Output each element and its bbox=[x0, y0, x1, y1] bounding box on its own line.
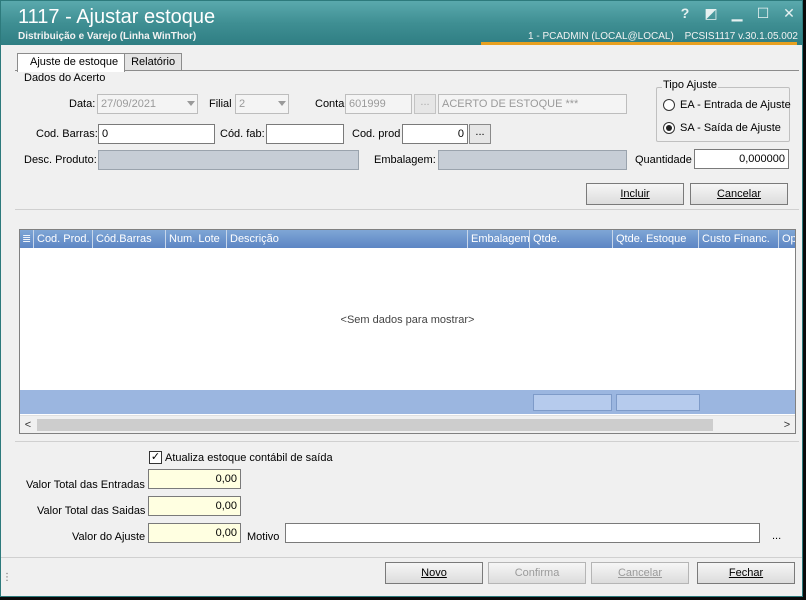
codfab-input[interactable] bbox=[266, 124, 344, 144]
divider bbox=[15, 441, 799, 442]
codprod-label: Cod. prod bbox=[352, 128, 401, 140]
help-icon[interactable]: ? bbox=[676, 4, 694, 22]
column-chooser-icon[interactable]: ≣ bbox=[20, 230, 34, 248]
restore-icon[interactable]: ◩ bbox=[702, 4, 720, 22]
fechar-label: Fechar bbox=[728, 567, 764, 579]
motivo-more-button[interactable]: ... bbox=[772, 530, 781, 542]
motivo-label: Motivo bbox=[247, 531, 280, 543]
app-window: 1117 - Ajustar estoque Distribuição e Va… bbox=[0, 0, 803, 597]
quantidade-input[interactable]: 0,000000 bbox=[694, 149, 789, 169]
codfab-label: Cód. fab: bbox=[220, 128, 265, 140]
filial-value: 2 bbox=[239, 98, 246, 110]
cancelar-button[interactable]: Cancelar bbox=[591, 562, 689, 584]
entradas-label: Valor Total das Entradas bbox=[26, 479, 145, 491]
conta-search-button[interactable]: ... bbox=[414, 94, 436, 114]
col-custo-financ[interactable]: Custo Financ. bbox=[699, 230, 779, 248]
session-info: 1 - PCADMIN (LOCAL@LOCAL) PCSIS1117 v.30… bbox=[528, 31, 798, 42]
scroll-thumb[interactable] bbox=[37, 419, 713, 431]
horizontal-scrollbar[interactable]: < > bbox=[20, 415, 795, 433]
atualiza-estoque-checkbox[interactable]: ✓ bbox=[149, 451, 162, 464]
tab-strip: Ajuste de estoque Relatório bbox=[17, 53, 183, 72]
close-icon[interactable]: ✕ bbox=[780, 4, 798, 22]
window-controls: ? ◩ ▁ ☐ ✕ bbox=[676, 4, 798, 22]
data-label: Data: bbox=[69, 98, 96, 110]
data-field[interactable]: 27/09/2021 bbox=[97, 94, 198, 114]
grid-header: ≣ Cod. Prod. Cód.Barras Num. Lote Descri… bbox=[20, 230, 795, 248]
minimize-icon[interactable]: ▁ bbox=[728, 4, 746, 22]
resize-grip-icon: ⋮ bbox=[2, 572, 12, 583]
filial-field[interactable]: 2 bbox=[235, 94, 289, 114]
conta-field[interactable]: 601999 bbox=[345, 94, 412, 114]
conta-description-field: ACERTO DE ESTOQUE *** bbox=[438, 94, 627, 114]
incluir-label: Incluir bbox=[620, 188, 650, 200]
col-cod-prod[interactable]: Cod. Prod. bbox=[34, 230, 93, 248]
scroll-left-icon[interactable]: < bbox=[20, 417, 36, 433]
confirma-button[interactable]: Confirma bbox=[488, 562, 586, 584]
atualiza-estoque-label: Atualiza estoque contábil de saída bbox=[165, 452, 333, 464]
col-op[interactable]: Op bbox=[779, 230, 795, 248]
col-num-lote[interactable]: Num. Lote bbox=[166, 230, 227, 248]
embalagem-field bbox=[438, 150, 627, 170]
cancelar-item-button[interactable]: Cancelar bbox=[690, 183, 788, 205]
user-info: 1 - PCADMIN (LOCAL@LOCAL) bbox=[528, 31, 674, 42]
saidas-value: 0,00 bbox=[148, 496, 241, 516]
version-info: PCSIS1117 v.30.1.05.002 bbox=[684, 31, 798, 42]
codbarras-label: Cod. Barras: bbox=[36, 128, 98, 140]
summary-qtde bbox=[533, 394, 612, 411]
codprod-search-button[interactable]: ... bbox=[469, 124, 491, 144]
codbarras-input[interactable]: 0 bbox=[98, 124, 215, 144]
saidas-label: Valor Total das Saidas bbox=[37, 505, 146, 517]
ajuste-label: Valor do Ajuste bbox=[72, 531, 146, 543]
tab-ajuste-estoque[interactable]: Ajuste de estoque bbox=[17, 53, 126, 72]
radio-sa-label: SA - Saída de Ajuste bbox=[680, 122, 781, 134]
window-title: 1117 - Ajustar estoque bbox=[18, 6, 216, 28]
window-subtitle: Distribuição e Varejo (Linha WinThor) bbox=[18, 31, 197, 42]
col-descricao[interactable]: Descrição bbox=[227, 230, 468, 248]
grid-empty-message: <Sem dados para mostrar> bbox=[340, 314, 475, 326]
summary-qtde-estoque bbox=[616, 394, 700, 411]
filial-label: Filial bbox=[209, 98, 232, 110]
novo-button[interactable]: Novo bbox=[385, 562, 483, 584]
fechar-button[interactable]: Fechar bbox=[697, 562, 795, 584]
quantidade-label: Quantidade bbox=[635, 154, 692, 166]
maximize-icon[interactable]: ☐ bbox=[754, 4, 772, 22]
col-qtde[interactable]: Qtde. bbox=[530, 230, 613, 248]
items-grid[interactable]: ≣ Cod. Prod. Cód.Barras Num. Lote Descri… bbox=[19, 229, 796, 434]
radio-button-checked[interactable] bbox=[663, 122, 675, 134]
tab-relatorio[interactable]: Relatório bbox=[124, 53, 183, 71]
cancelar-item-label: Cancelar bbox=[716, 188, 762, 200]
novo-label: Novo bbox=[421, 567, 447, 579]
desc-produto-label: Desc. Produto: bbox=[24, 154, 97, 166]
data-value: 27/09/2021 bbox=[101, 98, 157, 110]
radio-ea-entrada[interactable]: EA - Entrada de Ajuste bbox=[663, 99, 791, 111]
title-progress-bar bbox=[481, 42, 797, 45]
radio-button[interactable] bbox=[663, 99, 675, 111]
chevron-down-icon bbox=[187, 101, 195, 106]
conta-label: Conta bbox=[315, 98, 345, 110]
col-embalagem[interactable]: Embalagem bbox=[468, 230, 530, 248]
embalagem-label: Embalagem: bbox=[374, 154, 436, 166]
chevron-down-icon bbox=[278, 101, 286, 106]
divider bbox=[15, 209, 799, 210]
radio-ea-label: EA - Entrada de Ajuste bbox=[680, 99, 791, 111]
desc-produto-field bbox=[98, 150, 359, 170]
cancelar-label: Cancelar bbox=[617, 567, 663, 579]
ajuste-value: 0,00 bbox=[148, 523, 241, 543]
col-qtde-estoque[interactable]: Qtde. Estoque bbox=[613, 230, 699, 248]
radio-sa-saida[interactable]: SA - Saída de Ajuste bbox=[663, 122, 781, 134]
codprod-input[interactable]: 0 bbox=[402, 124, 468, 144]
tipo-ajuste-title: Tipo Ajuste bbox=[662, 79, 719, 91]
motivo-input[interactable] bbox=[285, 523, 760, 543]
group-title-dados: Dados do Acerto bbox=[24, 72, 106, 84]
entradas-value: 0,00 bbox=[148, 469, 241, 489]
title-bar: 1117 - Ajustar estoque Distribuição e Va… bbox=[1, 1, 802, 45]
scroll-right-icon[interactable]: > bbox=[779, 417, 795, 433]
incluir-button[interactable]: Incluir bbox=[586, 183, 684, 205]
grid-summary-row bbox=[20, 390, 795, 414]
col-cod-barras[interactable]: Cód.Barras bbox=[93, 230, 166, 248]
